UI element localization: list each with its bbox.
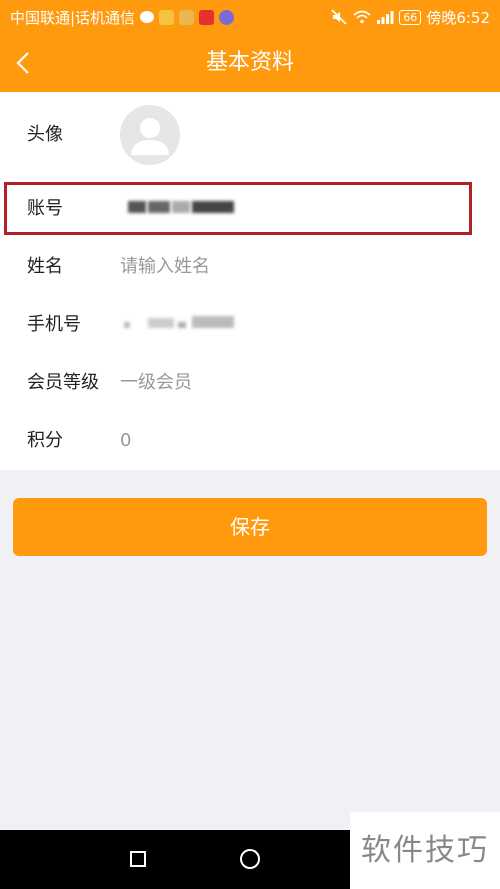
status-left: 中国联通|话机通信 — [10, 7, 235, 28]
status-bar: 中国联通|话机通信 66 傍晚6:52 — [0, 0, 500, 34]
battery-icon: 66 — [399, 9, 422, 25]
phone-label: 手机号 — [27, 314, 81, 335]
default-avatar-icon — [131, 118, 169, 155]
carrier-text: 中国联通|话机通信 — [10, 8, 136, 27]
home-icon[interactable] — [240, 849, 260, 869]
avatar-label: 头像 — [27, 124, 63, 145]
member-level-label: 会员等级 — [27, 372, 99, 393]
profile-form: 头像 账号 姓名 请输入姓名 手机号 会员等级 一级会员 积分 0 — [0, 92, 500, 470]
mute-icon — [331, 9, 347, 25]
name-row[interactable]: 姓名 请输入姓名 — [0, 238, 500, 296]
app-bar: 基本资料 — [0, 34, 500, 92]
points-row: 积分 0 — [0, 412, 500, 470]
recent-apps-icon[interactable] — [130, 851, 146, 867]
points-label: 积分 — [27, 430, 63, 451]
avatar-row[interactable]: 头像 — [0, 105, 500, 165]
message-icon — [140, 11, 155, 23]
status-time: 傍晚6:52 — [426, 8, 490, 27]
notification-icon — [179, 9, 195, 25]
page-title: 基本资料 — [205, 50, 294, 75]
notification-icon — [159, 9, 175, 25]
watermark: 软件技巧 — [350, 812, 500, 889]
app-notification-icon — [219, 9, 235, 25]
status-right: 66 傍晚6:52 — [330, 7, 490, 28]
highlight-box — [4, 182, 472, 235]
member-level-row: 会员等级 一级会员 — [0, 354, 500, 412]
points-value: 0 — [120, 430, 132, 451]
name-input[interactable]: 请输入姓名 — [120, 238, 210, 296]
phone-row: 手机号 — [0, 296, 500, 354]
member-level-value: 一级会员 — [120, 372, 192, 393]
name-label: 姓名 — [27, 256, 63, 277]
app-notification-icon — [199, 9, 215, 25]
signal-icon — [377, 11, 394, 24]
avatar[interactable] — [120, 105, 180, 165]
save-button[interactable]: 保存 — [13, 498, 487, 556]
wifi-icon — [353, 10, 371, 24]
